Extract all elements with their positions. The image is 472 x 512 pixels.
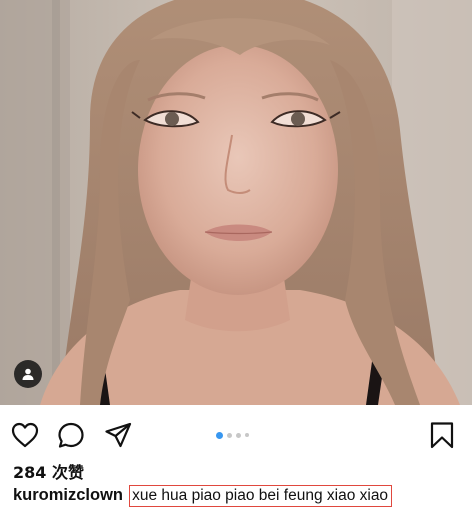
bookmark-icon (427, 420, 457, 450)
post-action-bar (0, 405, 472, 463)
like-button[interactable] (10, 420, 40, 450)
comment-button[interactable] (56, 420, 86, 450)
post-photo[interactable] (0, 0, 472, 405)
post-caption: kuromizclown xue hua piao piao bei feung… (13, 485, 393, 507)
user-tag-button[interactable] (14, 360, 42, 388)
likes-count[interactable]: 284 次赞 (13, 459, 84, 483)
carousel-dot (245, 433, 249, 437)
carousel-dot (227, 432, 232, 438)
heart-icon (10, 420, 40, 450)
carousel-dot-active (216, 431, 223, 439)
caption-text: xue hua piao piao bei feung xiao xiao (129, 485, 393, 507)
portrait-image (0, 0, 472, 405)
caption-username[interactable]: kuromizclown (13, 486, 123, 504)
carousel-dot (236, 432, 241, 438)
save-button[interactable] (427, 420, 457, 450)
share-button[interactable] (103, 420, 133, 450)
user-tag-icon (21, 367, 35, 381)
paper-plane-icon (103, 420, 133, 450)
comment-bubble-icon (56, 420, 86, 450)
carousel-indicator (216, 431, 249, 439)
instagram-post: 284 次赞 kuromizclown xue hua piao piao be… (0, 0, 472, 512)
